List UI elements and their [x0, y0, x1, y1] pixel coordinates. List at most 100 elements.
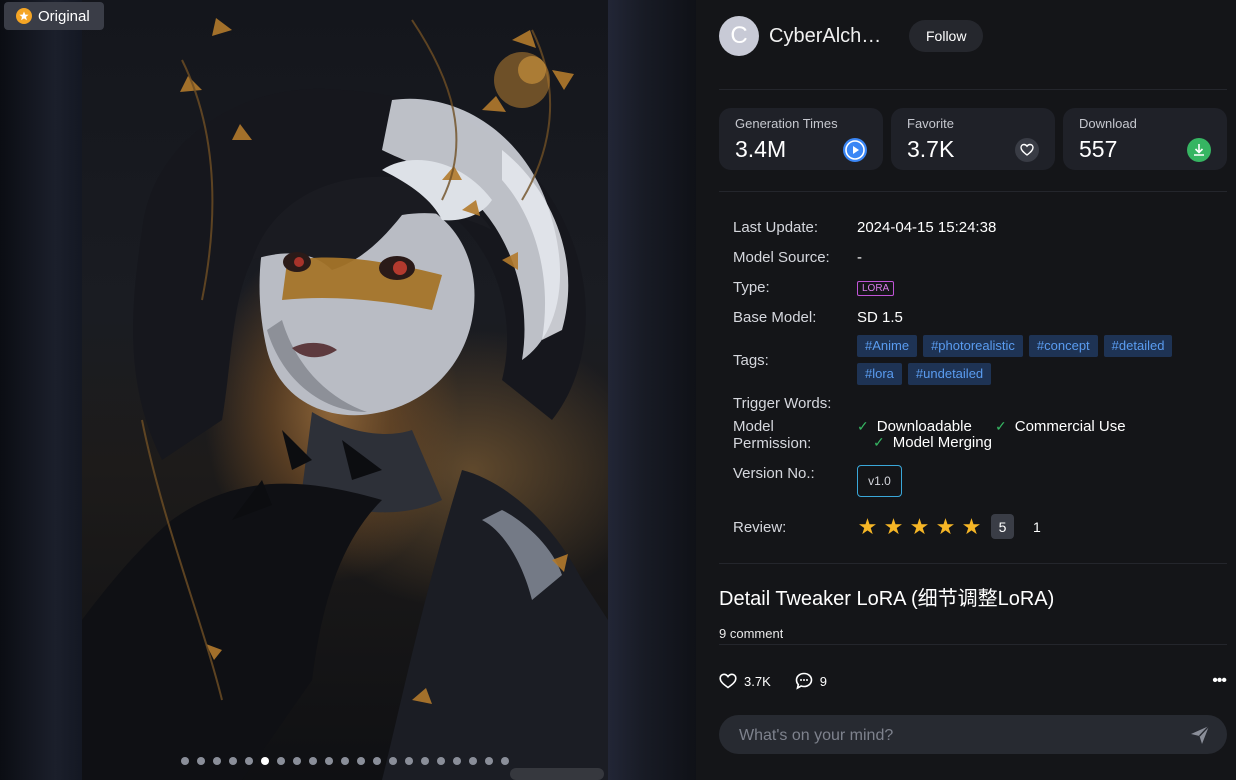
- carousel-dot[interactable]: [405, 757, 413, 765]
- info-label: Tags:: [733, 352, 769, 369]
- stat-label: Generation Times: [735, 116, 838, 131]
- info-label: Base Model:: [733, 309, 817, 326]
- info-row-base-model: Base Model: SD 1.5: [733, 309, 903, 326]
- comment-bubble-icon: [795, 672, 813, 690]
- comment-input[interactable]: [737, 715, 1171, 756]
- info-row-trigger-words: Trigger Words:: [733, 395, 857, 412]
- info-row-last-update: Last Update: 2024-04-15 15:24:38: [733, 219, 996, 236]
- stat-favorite: Favorite 3.7K: [891, 108, 1055, 170]
- permission-label: Model Merging: [892, 434, 992, 451]
- carousel-dot[interactable]: [437, 757, 445, 765]
- author-header: C CyberAlchemist Follow: [719, 16, 984, 56]
- artwork-image[interactable]: [82, 0, 608, 780]
- tag-concept[interactable]: #concept: [1028, 335, 1098, 357]
- heart-icon[interactable]: [1015, 138, 1039, 162]
- carousel-dot[interactable]: [485, 757, 493, 765]
- last-update-value: 2024-04-15 15:24:38: [857, 219, 997, 236]
- divider: [719, 563, 1227, 564]
- comment-button[interactable]: 9: [795, 672, 827, 690]
- carousel-dot[interactable]: [421, 757, 429, 765]
- carousel-dot[interactable]: [325, 757, 333, 765]
- action-bar: 3.7K 9: [719, 672, 851, 690]
- stat-label: Download: [1079, 116, 1137, 131]
- info-label: Trigger Words:: [733, 395, 832, 412]
- info-row-tags: Tags: #Anime #photorealistic #concept #d…: [733, 335, 1223, 387]
- info-label: Type:: [733, 279, 770, 296]
- carousel-dot[interactable]: [341, 757, 349, 765]
- carousel-dot[interactable]: [389, 757, 397, 765]
- author-name[interactable]: CyberAlchemist: [769, 25, 887, 48]
- tag-lora[interactable]: #lora: [857, 363, 902, 385]
- stat-value: 3.4M: [735, 136, 787, 162]
- info-label: Last Update:: [733, 219, 819, 236]
- review-stars: ★ ★ ★ ★ ★ 5 1: [857, 514, 1041, 539]
- tag-undetailed[interactable]: #undetailed: [907, 363, 992, 385]
- info-row-model-source: Model Source: -: [733, 249, 862, 266]
- check-icon: ✓: [995, 418, 1007, 434]
- star-icon: ★: [883, 513, 904, 539]
- app-root: Original C CyberAlchemist Follow Generat…: [0, 0, 1236, 780]
- comment-box: [719, 715, 1227, 756]
- divider: [719, 89, 1227, 90]
- like-button[interactable]: 3.7K: [719, 673, 771, 689]
- model-title: Detail Tweaker LoRA (细节调整LoRA): [719, 588, 1055, 610]
- info-row-version: Version No.: v1.0: [733, 465, 1223, 497]
- info-label: Review:: [733, 519, 787, 536]
- avatar[interactable]: C: [719, 16, 759, 56]
- permission-downloadable: ✓ Downloadable: [857, 418, 972, 435]
- watermark: [510, 768, 604, 780]
- star-icon: ★: [961, 513, 982, 539]
- comment-count: 9 comment: [719, 626, 784, 638]
- like-count: 3.7K: [744, 673, 771, 689]
- stat-label: Favorite: [907, 116, 954, 131]
- info-label: Version No.:: [733, 465, 815, 482]
- carousel-dot[interactable]: [453, 757, 461, 765]
- carousel-dot[interactable]: [213, 757, 221, 765]
- carousel-dot[interactable]: [261, 757, 269, 765]
- carousel-dot[interactable]: [357, 757, 365, 765]
- carousel-dot[interactable]: [469, 757, 477, 765]
- tag-list: #Anime #photorealistic #concept #detaile…: [857, 335, 1197, 385]
- version-chip[interactable]: v1.0: [857, 465, 902, 497]
- permission-label-line1: Model: [733, 418, 774, 435]
- more-options-icon[interactable]: •••: [1212, 672, 1227, 690]
- carousel-dot[interactable]: [181, 757, 189, 765]
- check-icon: ✓: [873, 434, 885, 450]
- info-row-review: Review: ★ ★ ★ ★ ★ 5 1: [733, 514, 1223, 540]
- permission-merging: ✓ Model Merging: [873, 434, 992, 451]
- star-icon: ★: [857, 513, 878, 539]
- tag-photorealistic[interactable]: #photorealistic: [923, 335, 1023, 357]
- comment-count-action: 9: [819, 673, 827, 689]
- tag-detailed[interactable]: #detailed: [1103, 335, 1173, 357]
- divider: [719, 191, 1227, 192]
- carousel-dot[interactable]: [197, 757, 205, 765]
- star-badge-icon: [16, 8, 32, 24]
- original-badge-label: Original: [38, 7, 90, 25]
- stats-row: Generation Times 3.4M Favorite 3.7K Down…: [719, 108, 1227, 170]
- follow-button[interactable]: Follow: [909, 20, 984, 52]
- heart-outline-icon: [719, 673, 737, 689]
- carousel-dot[interactable]: [245, 757, 253, 765]
- star-icon: ★: [935, 513, 956, 539]
- review-score: 5: [991, 514, 1014, 539]
- permission-commercial: ✓ Commercial Use: [995, 418, 1126, 435]
- carousel-dot[interactable]: [373, 757, 381, 765]
- permission-label: Downloadable: [876, 418, 972, 435]
- send-icon[interactable]: [1189, 724, 1211, 746]
- carousel-dot[interactable]: [309, 757, 317, 765]
- detail-panel: C CyberAlchemist Follow Generation Times…: [696, 0, 1236, 780]
- tag-anime[interactable]: #Anime: [857, 335, 918, 357]
- play-icon[interactable]: [843, 138, 867, 162]
- carousel-dot[interactable]: [229, 757, 237, 765]
- star-icon: ★: [909, 513, 930, 539]
- info-label: Model Permission:: [733, 418, 857, 452]
- stat-generation-times: Generation Times 3.4M: [719, 108, 883, 170]
- permission-label-line2: Permission:: [733, 435, 812, 452]
- carousel-dot[interactable]: [501, 757, 509, 765]
- download-icon[interactable]: [1187, 138, 1211, 162]
- carousel-dot[interactable]: [293, 757, 301, 765]
- base-model-value: SD 1.5: [857, 309, 903, 326]
- carousel-dot[interactable]: [277, 757, 285, 765]
- original-badge: Original: [4, 2, 104, 30]
- info-label: Model Source:: [733, 249, 830, 266]
